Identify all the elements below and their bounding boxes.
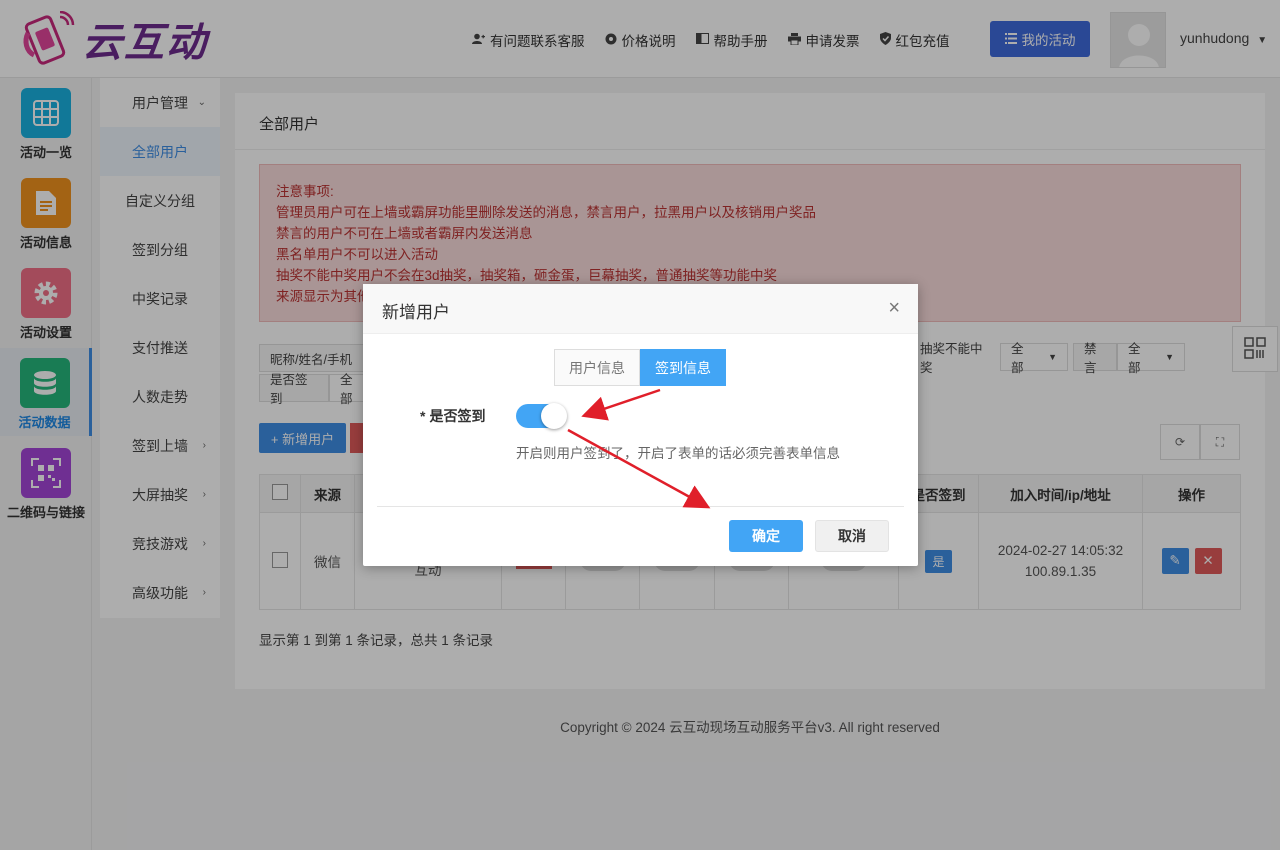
signed-field-text: 是否签到 [429,408,486,424]
dialog-divider [377,506,904,507]
dialog-title: 新增用户 [382,303,450,322]
signed-help-text: 开启则用户签到了，开启了表单的话必须完善表单信息 [516,446,840,461]
tab-signin-info[interactable]: 签到信息 [640,349,726,386]
dialog-header: 新增用户 × [363,284,918,334]
close-icon[interactable]: × [888,297,900,320]
add-user-dialog: 新增用户 × 用户信息 签到信息 * 是否签到 开启则用户签到了，开启了表单的话必… [363,284,918,566]
toggle-knob [541,403,567,429]
tab-user-info[interactable]: 用户信息 [554,349,640,386]
signed-field-label: * 是否签到 [420,406,485,426]
app-root: 云互动 有问题联系客服 价格说明 帮助手册 申请发票 红包充值 我的活动 yun… [0,0,1280,850]
required-mark: * [420,408,426,424]
cancel-button[interactable]: 取消 [815,520,889,552]
signed-toggle[interactable] [516,403,567,429]
confirm-button[interactable]: 确定 [729,520,803,552]
dialog-tabs: 用户信息 签到信息 [554,349,726,386]
